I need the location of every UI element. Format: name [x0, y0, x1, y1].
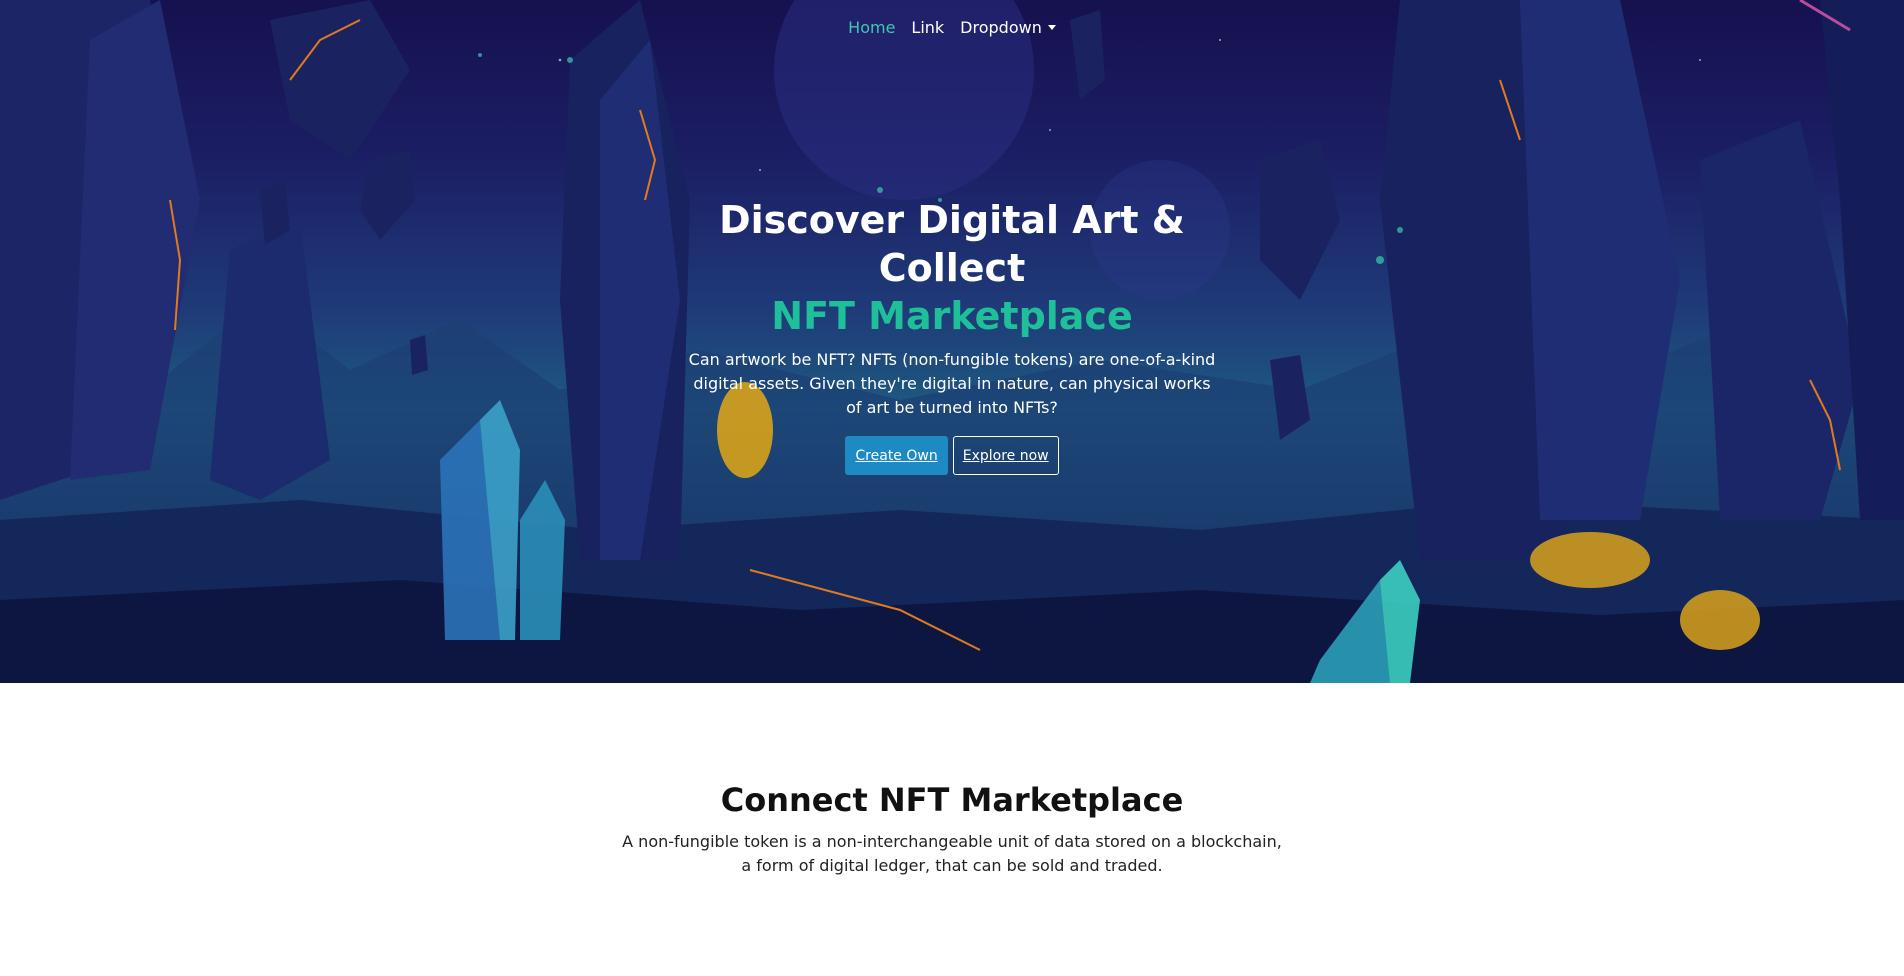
connect-description: A non-fungible token is a non-interchang… [622, 832, 1282, 875]
nav-item-dropdown[interactable]: Dropdown [960, 14, 1056, 42]
nav-item-link[interactable]: Link [911, 14, 944, 42]
hero-accent-title: NFT Marketplace [771, 294, 1133, 338]
hero-content: Discover Digital Art & Collect NFT Marke… [652, 196, 1252, 475]
hero-description: Can artwork be NFT? NFTs (non-fungible t… [688, 350, 1216, 417]
hero-section: Home Link Dropdown Discover Digital Art … [0, 0, 1904, 683]
create-own-button[interactable]: Create Own [845, 436, 948, 475]
hero-buttons: Create Own Explore now [652, 436, 1252, 475]
hero-title: Discover Digital Art & Collect [719, 198, 1185, 290]
nav-dropdown-label: Dropdown [960, 18, 1042, 37]
explore-now-button[interactable]: Explore now [952, 436, 1059, 475]
top-navbar: Home Link Dropdown [0, 14, 1904, 42]
connect-section: Connect NFT Marketplace A non-fungible t… [0, 776, 1904, 878]
nav-item-home[interactable]: Home [848, 14, 895, 42]
chevron-down-icon [1047, 25, 1056, 30]
connect-title: Connect NFT Marketplace [720, 781, 1184, 819]
